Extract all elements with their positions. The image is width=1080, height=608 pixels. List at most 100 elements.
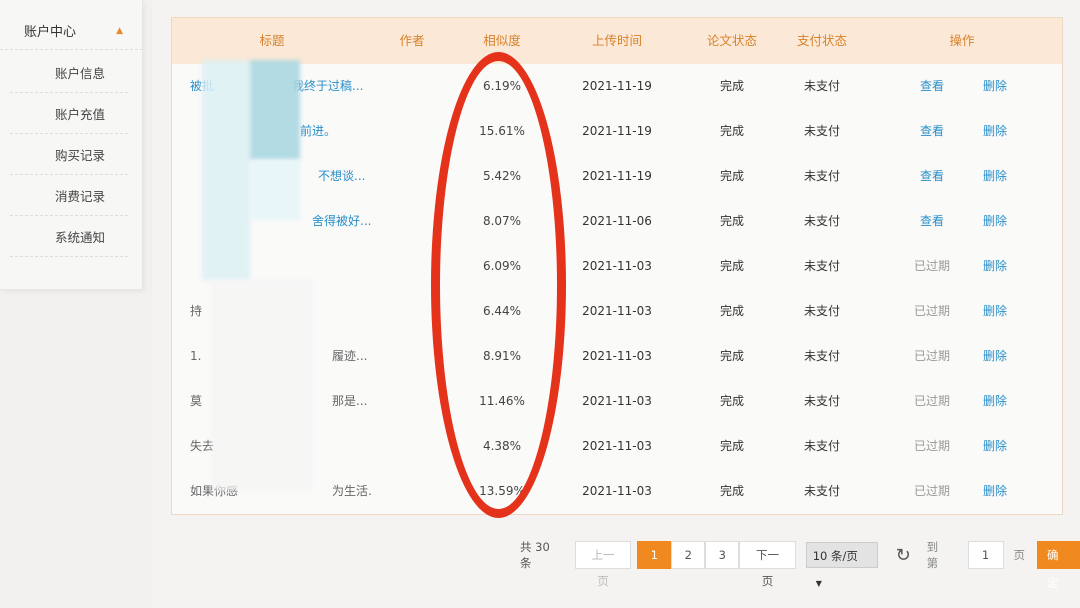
- row-similarity: 8.07%: [482, 214, 522, 228]
- page-size-value: 10 条/页: [812, 549, 858, 563]
- row-upload-date: 2021-11-03: [582, 349, 652, 363]
- delete-button[interactable]: 删除: [967, 244, 1023, 289]
- sidebar-item-purchase-records[interactable]: 购买记录: [10, 134, 128, 175]
- table-header: 标题 作者 相似度 上传时间 论文状态 支付状态 操作: [172, 18, 1062, 64]
- privacy-blur: [212, 280, 312, 490]
- table-row: 舍得被好... 8.07% 2021-11-06 完成 未支付 查看 删除: [172, 199, 1062, 244]
- records-table: 标题 作者 相似度 上传时间 论文状态 支付状态 操作 被批我终于过稿...6.…: [171, 17, 1063, 515]
- row-paper-status: 完成: [719, 259, 744, 273]
- row-paper-status: 完成: [719, 349, 744, 363]
- column-header-upload-time: 上传时间: [591, 33, 642, 48]
- row-similarity: 6.44%: [482, 304, 522, 318]
- delete-button[interactable]: 删除: [967, 379, 1023, 424]
- expired-label: 已过期: [913, 349, 950, 363]
- sidebar-header-label: 账户中心: [24, 25, 77, 40]
- row-title-head: 莫: [190, 394, 203, 408]
- row-pay-status: 未支付: [803, 259, 840, 273]
- privacy-blur: [202, 60, 250, 280]
- row-title-tail: 履迹...: [332, 349, 368, 363]
- row-pay-status: 未支付: [803, 484, 840, 498]
- table-row: 前进。 15.61% 2021-11-19 完成 未支付 查看 删除: [172, 109, 1062, 154]
- sidebar: 账户中心 ▲ 账户信息 账户充值 购买记录 消费记录 系统通知: [0, 0, 143, 290]
- row-pay-status: 未支付: [803, 394, 840, 408]
- view-button[interactable]: 查看: [902, 154, 962, 199]
- row-pay-status: 未支付: [803, 214, 840, 228]
- sidebar-item-label: 系统通知: [55, 229, 106, 245]
- dropdown-arrow-icon: ▼: [815, 579, 822, 588]
- row-pay-status: 未支付: [803, 349, 840, 363]
- row-similarity: 6.19%: [482, 79, 522, 93]
- view-button[interactable]: 查看: [902, 199, 962, 244]
- row-upload-date: 2021-11-03: [582, 484, 652, 498]
- row-pay-status: 未支付: [803, 439, 840, 453]
- table-row: 不想谈... 5.42% 2021-11-19 完成 未支付 查看 删除: [172, 154, 1062, 199]
- delete-button[interactable]: 删除: [967, 64, 1023, 109]
- row-title-tail: 舍得被好...: [312, 214, 372, 228]
- row-upload-date: 2021-11-19: [582, 169, 652, 183]
- expired-label: 已过期: [913, 439, 950, 453]
- page-size-select[interactable]: 10 条/页 ▼: [805, 542, 878, 588]
- refresh-icon[interactable]: ↻: [896, 545, 911, 566]
- confirm-button[interactable]: 确定: [1037, 541, 1080, 590]
- row-title-tail: 我终于过稿...: [292, 79, 364, 93]
- row-title-tail: 前进。: [300, 124, 337, 138]
- row-pay-status: 未支付: [803, 79, 840, 93]
- row-similarity: 11.46%: [479, 394, 525, 408]
- delete-button[interactable]: 删除: [967, 424, 1023, 469]
- sidebar-item-recharge[interactable]: 账户充值: [10, 93, 128, 134]
- row-title-head: 持: [190, 304, 203, 318]
- sidebar-item-label: 账户信息: [55, 65, 106, 81]
- row-upload-date: 2021-11-03: [582, 304, 652, 318]
- page-button-3[interactable]: 3: [705, 541, 740, 569]
- row-paper-status: 完成: [719, 484, 744, 498]
- page-button-1[interactable]: 1: [637, 541, 672, 569]
- row-pay-status: 未支付: [803, 124, 840, 138]
- row-similarity: 4.38%: [482, 439, 522, 453]
- delete-button[interactable]: 删除: [967, 469, 1023, 514]
- row-similarity: 8.91%: [482, 349, 522, 363]
- column-header-pay-status: 支付状态: [796, 33, 847, 48]
- privacy-blur: [250, 60, 300, 160]
- expired-label: 已过期: [913, 394, 950, 408]
- column-header-similarity: 相似度: [483, 33, 521, 48]
- row-similarity: 15.61%: [479, 124, 525, 138]
- sidebar-menu: 账户信息 账户充值 购买记录 消费记录 系统通知: [10, 52, 128, 257]
- sidebar-item-account-info[interactable]: 账户信息: [10, 52, 128, 93]
- row-paper-status: 完成: [719, 79, 744, 93]
- sidebar-item-label: 购买记录: [55, 147, 106, 163]
- goto-suffix: 页: [1013, 548, 1026, 562]
- caret-up-icon: ▲: [116, 25, 123, 36]
- row-upload-date: 2021-11-03: [582, 394, 652, 408]
- column-header-actions: 操作: [949, 33, 975, 48]
- view-button[interactable]: 查看: [902, 109, 962, 154]
- expired-label: 已过期: [913, 259, 950, 273]
- goto-page-input[interactable]: 1: [967, 541, 1004, 569]
- row-upload-date: 2021-11-03: [582, 259, 652, 273]
- row-upload-date: 2021-11-03: [582, 439, 652, 453]
- column-header-paper-status: 论文状态: [706, 33, 757, 48]
- row-paper-status: 完成: [719, 394, 744, 408]
- sidebar-item-label: 消费记录: [55, 188, 106, 204]
- goto-prefix: 到第: [926, 540, 939, 570]
- sidebar-item-system-notice[interactable]: 系统通知: [10, 216, 128, 257]
- row-upload-date: 2021-11-19: [582, 124, 652, 138]
- pagination: 共 30 条 上一页 1 2 3 下一页 10 条/页 ▼ ↻ 到第 1 页 确…: [520, 540, 1080, 590]
- row-title-tail: 那是...: [332, 394, 368, 408]
- delete-button[interactable]: 删除: [967, 334, 1023, 379]
- delete-button[interactable]: 删除: [967, 199, 1023, 244]
- row-title-head: 1.: [190, 349, 202, 363]
- delete-button[interactable]: 删除: [967, 289, 1023, 334]
- view-button[interactable]: 查看: [902, 64, 962, 109]
- row-pay-status: 未支付: [803, 304, 840, 318]
- sidebar-item-consumption-records[interactable]: 消费记录: [10, 175, 128, 216]
- sidebar-item-label: 账户充值: [55, 106, 106, 122]
- row-title-tail: 为生活...: [332, 484, 372, 498]
- prev-page-button[interactable]: 上一页: [574, 541, 632, 588]
- delete-button[interactable]: 删除: [967, 109, 1023, 154]
- sidebar-header-account-center[interactable]: 账户中心 ▲: [0, 12, 143, 50]
- next-page-button[interactable]: 下一页: [739, 541, 796, 588]
- row-pay-status: 未支付: [803, 169, 840, 183]
- total-count: 共 30 条: [520, 540, 550, 570]
- delete-button[interactable]: 删除: [967, 154, 1023, 199]
- page-button-2[interactable]: 2: [671, 541, 706, 569]
